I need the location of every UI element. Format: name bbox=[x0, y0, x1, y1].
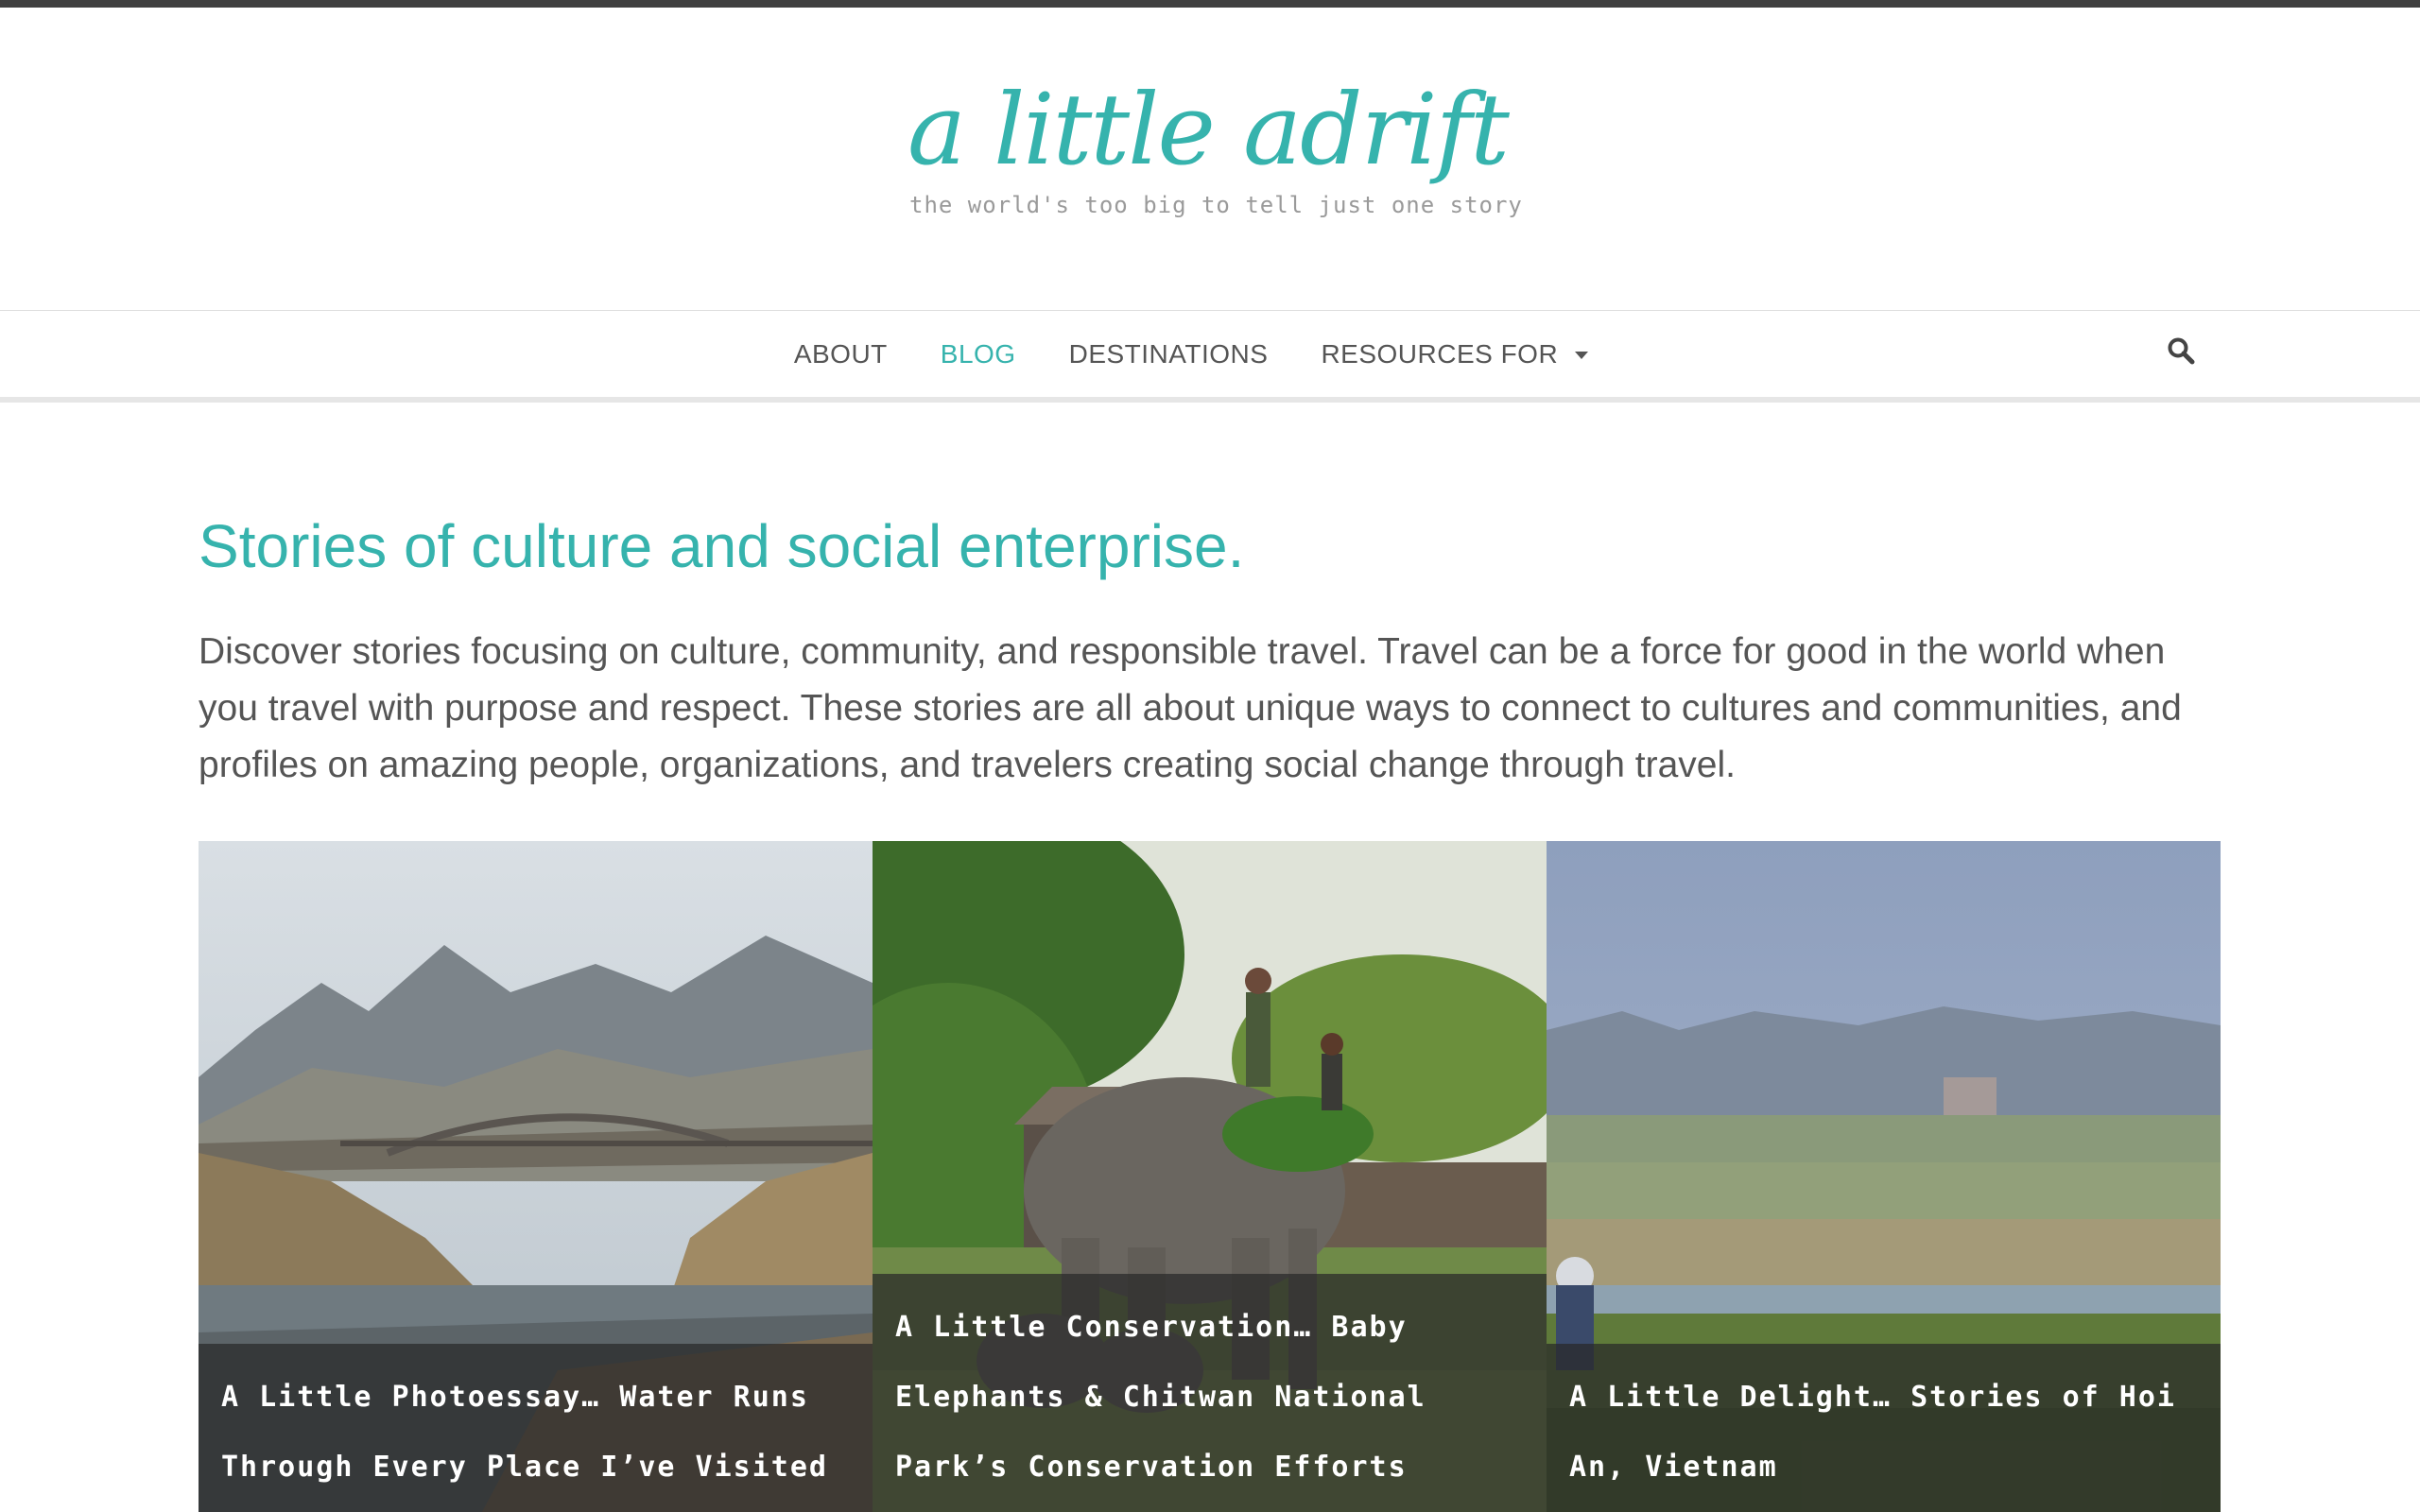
nav-label: ABOUT bbox=[793, 339, 888, 369]
post-grid: A Little Photoessay… Water Runs Through … bbox=[199, 841, 2221, 1512]
post-card[interactable]: A Little Delight… Stories of Hoi An, Vie… bbox=[1547, 841, 2221, 1512]
top-bar bbox=[0, 0, 2420, 8]
post-card-overlay: A Little Delight… Stories of Hoi An, Vie… bbox=[1547, 1344, 2221, 1512]
post-title[interactable]: A Little Conservation… Baby Elephants & … bbox=[895, 1293, 1524, 1503]
logo-text: a little adrift bbox=[908, 72, 1510, 187]
page-intro: Discover stories focusing on culture, co… bbox=[199, 631, 2182, 785]
site-logo[interactable]: a little adrift the world's too big to t… bbox=[889, 80, 1569, 232]
page-title: Stories of culture and social enterprise… bbox=[199, 512, 1245, 580]
nav-item-destinations[interactable]: DESTINATIONS bbox=[1069, 339, 1269, 369]
nav-divider bbox=[0, 397, 2420, 403]
nav-label: BLOG bbox=[940, 339, 1016, 369]
search-icon[interactable] bbox=[2167, 336, 2195, 365]
post-card[interactable]: A Little Photoessay… Water Runs Through … bbox=[199, 841, 873, 1512]
nav-label: DESTINATIONS bbox=[1068, 339, 1269, 369]
post-card-overlay: A Little Conservation… Baby Elephants & … bbox=[873, 1274, 1547, 1512]
post-title[interactable]: A Little Photoessay… Water Runs Through … bbox=[221, 1363, 850, 1503]
post-title[interactable]: A Little Delight… Stories of Hoi An, Vie… bbox=[1569, 1363, 2198, 1503]
nav-item-about[interactable]: ABOUT bbox=[794, 339, 888, 369]
main-nav: ABOUT BLOG DESTINATIONS RESOURCES FOR bbox=[0, 310, 2420, 399]
nav-item-blog[interactable]: BLOG bbox=[941, 339, 1016, 369]
chevron-down-icon bbox=[1575, 352, 1589, 359]
nav-label: RESOURCES FOR bbox=[1321, 339, 1559, 369]
nav-item-resources[interactable]: RESOURCES FOR bbox=[1321, 339, 1589, 369]
post-card-overlay: A Little Photoessay… Water Runs Through … bbox=[199, 1344, 873, 1512]
logo-tagline: the world's too big to tell just one sto… bbox=[909, 192, 1523, 218]
post-card[interactable]: A Little Conservation… Baby Elephants & … bbox=[873, 841, 1547, 1512]
